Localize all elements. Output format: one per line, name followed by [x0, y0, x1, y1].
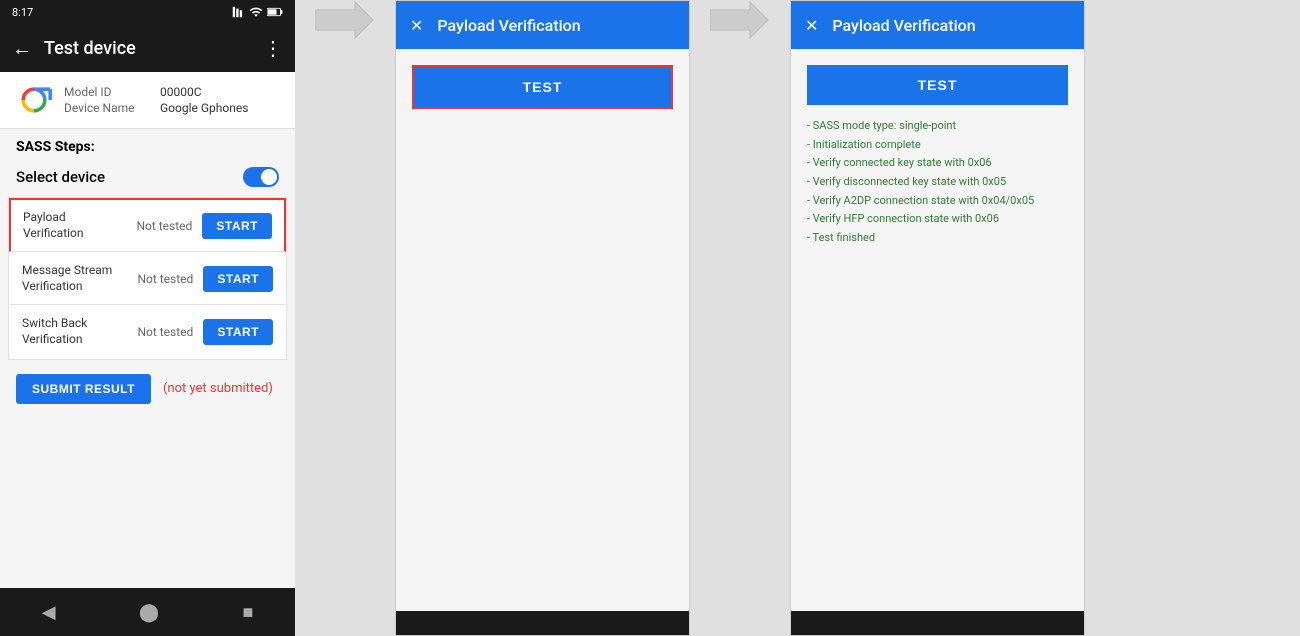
step-name-payload: Payload Verification	[23, 210, 126, 241]
step-status-payload: Not tested	[134, 219, 194, 233]
not-submitted-text: (not yet submitted)	[163, 381, 273, 396]
sass-steps-label: SASS Steps:	[0, 129, 295, 161]
dialog-body-2: TEST - SASS mode type: single-point- Ini…	[791, 49, 1084, 611]
submit-result-button[interactable]: SUBMIT RESULT	[16, 374, 151, 404]
result-item: - Verify connected key state with 0x06	[807, 154, 1068, 173]
dialog-frame-1: ✕ Payload Verification TEST	[395, 0, 690, 636]
dialog-header-2: ✕ Payload Verification	[791, 1, 1084, 49]
status-time: 8:17	[12, 6, 33, 19]
submit-row: SUBMIT RESULT (not yet submitted)	[0, 360, 295, 418]
test-button-2[interactable]: TEST	[807, 65, 1068, 105]
result-item: - Verify HFP connection state with 0x06	[807, 210, 1068, 229]
test-button-1[interactable]: TEST	[412, 65, 673, 109]
device-details: Model ID 00000C Device Name Google Gphon…	[64, 85, 248, 115]
model-label: Model ID	[64, 85, 144, 99]
select-device-row: Select device	[0, 161, 295, 197]
dialog-header-1: ✕ Payload Verification	[396, 1, 689, 49]
result-list: - SASS mode type: single-point- Initiali…	[807, 117, 1068, 248]
device-name-row: Device Name Google Gphones	[64, 101, 248, 115]
step-row-message-stream: Message Stream Verification Not tested S…	[9, 252, 286, 305]
step-name-switch-back: Switch Back Verification	[22, 316, 127, 347]
back-button[interactable]: ←	[12, 36, 32, 61]
result-item: - Initialization complete	[807, 136, 1068, 155]
step-row-switch-back: Switch Back Verification Not tested STAR…	[9, 305, 286, 358]
result-item: - SASS mode type: single-point	[807, 117, 1068, 136]
dialog-body-1: TEST	[396, 49, 689, 611]
sim-icon	[231, 5, 245, 19]
select-device-toggle[interactable]	[243, 167, 279, 187]
start-button-switch-back[interactable]: START	[203, 319, 273, 345]
result-item: - Test finished	[807, 229, 1068, 248]
app-title: Test device	[44, 38, 263, 59]
arrow-right-2	[710, 0, 770, 40]
navigation-bar: ◀ ⬤ ■	[0, 588, 295, 636]
start-button-message-stream[interactable]: START	[203, 266, 273, 292]
model-row: Model ID 00000C	[64, 85, 248, 99]
step-row-payload: Payload Verification Not tested START	[9, 198, 286, 252]
dialog-footer-1	[396, 611, 689, 635]
dialog-close-2[interactable]: ✕	[805, 16, 818, 35]
step-status-switch-back: Not tested	[135, 325, 195, 339]
steps-container: Payload Verification Not tested START Me…	[8, 197, 287, 360]
arrow-section-2	[690, 0, 790, 40]
google-logo	[16, 82, 52, 118]
arrow-right-1	[315, 0, 375, 40]
recents-nav-button[interactable]: ■	[242, 602, 253, 623]
battery-icon	[267, 6, 283, 18]
select-device-label: Select device	[16, 168, 105, 186]
device-name-value: Google Gphones	[160, 101, 248, 115]
start-button-payload[interactable]: START	[202, 213, 272, 239]
phone-content: Model ID 00000C Device Name Google Gphon…	[0, 72, 295, 588]
dialog-footer-2	[791, 611, 1084, 635]
home-nav-button[interactable]: ⬤	[139, 602, 159, 623]
back-nav-button[interactable]: ◀	[42, 602, 56, 623]
result-item: - Verify disconnected key state with 0x0…	[807, 173, 1068, 192]
wifi-icon	[249, 5, 263, 19]
step-status-message-stream: Not tested	[135, 272, 195, 286]
device-info: Model ID 00000C Device Name Google Gphon…	[0, 72, 295, 129]
menu-button[interactable]: ⋮	[263, 36, 283, 60]
model-value: 00000C	[160, 85, 202, 99]
step-name-message-stream: Message Stream Verification	[22, 263, 127, 294]
device-name-label: Device Name	[64, 101, 144, 115]
app-bar: ← Test device ⋮	[0, 24, 295, 72]
result-item: - Verify A2DP connection state with 0x04…	[807, 192, 1068, 211]
dialog-close-1[interactable]: ✕	[410, 16, 423, 35]
status-bar: 8:17	[0, 0, 295, 24]
status-icons	[231, 5, 283, 19]
dialog-frame-2: ✕ Payload Verification TEST - SASS mode …	[790, 0, 1085, 636]
phone-frame: 8:17 ← Test device ⋮	[0, 0, 295, 636]
arrow-section-1	[295, 0, 395, 40]
dialog-title-1: Payload Verification	[437, 16, 580, 35]
dialog-title-2: Payload Verification	[832, 16, 975, 35]
